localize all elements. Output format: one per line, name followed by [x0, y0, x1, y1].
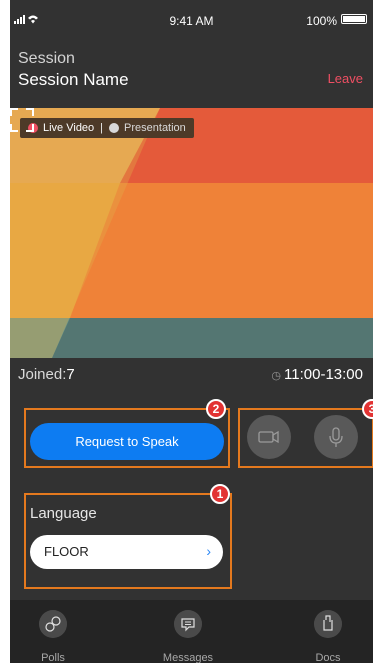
session-time: ◷ 11:00-13:00: [271, 366, 363, 383]
language-label: Language: [30, 505, 97, 522]
video-source-tag[interactable]: Live Video | Presentation: [20, 118, 194, 138]
microphone-icon: [329, 427, 343, 447]
tab-polls[interactable]: Polls: [8, 600, 98, 663]
session-header: Session Session Name Leave: [10, 30, 373, 108]
request-to-speak-button[interactable]: Request to Speak: [30, 423, 224, 460]
session-label: Session: [18, 50, 75, 67]
language-select[interactable]: FLOOR ›: [30, 535, 223, 569]
clock-icon: ◷: [271, 370, 282, 382]
tag-separator: |: [100, 122, 104, 134]
time-range: 11:00-13:00: [284, 366, 363, 383]
tab-messages-label: Messages: [162, 652, 214, 663]
fullscreen-icon[interactable]: [10, 108, 34, 132]
joined-count: Joined:7: [18, 366, 75, 383]
video-frame: [10, 108, 373, 358]
presentation-dot-icon: [109, 123, 120, 133]
annotation-badge-2: 2: [206, 399, 226, 419]
language-value: FLOOR: [44, 544, 89, 559]
live-video-label: Live Video: [43, 122, 95, 134]
joined-label: Joined:: [18, 366, 67, 383]
leave-button[interactable]: Leave: [328, 71, 363, 86]
tab-docs[interactable]: Docs: [283, 600, 373, 663]
presentation-label: Presentation: [124, 122, 186, 134]
tab-bar: Polls Messages Docs: [10, 600, 373, 663]
battery-icon: [341, 14, 367, 24]
video-panel[interactable]: Live Video | Presentation: [10, 108, 373, 358]
chevron-right-icon: ›: [206, 543, 211, 559]
camera-icon: [258, 430, 279, 444]
phone-frame: 9:41 AM 100% Session Session Name Leave: [0, 0, 373, 663]
camera-button[interactable]: [247, 415, 291, 459]
battery-percentage: 100%: [306, 14, 337, 28]
app-screen: 9:41 AM 100% Session Session Name Leave: [10, 0, 373, 663]
microphone-button[interactable]: [314, 415, 358, 459]
messages-icon: [174, 610, 202, 638]
annotation-badge-1: 1: [210, 484, 230, 504]
session-name: Session Name: [18, 70, 129, 89]
docs-icon: [314, 610, 342, 638]
polls-icon: [39, 610, 67, 638]
tab-polls-label: Polls: [41, 652, 65, 663]
joined-number: 7: [66, 366, 75, 383]
session-info: Joined:7 ◷ 11:00-13:00: [10, 358, 373, 398]
status-bar: 9:41 AM 100%: [10, 0, 373, 30]
tab-docs-label: Docs: [315, 652, 341, 663]
tab-messages[interactable]: Messages: [143, 600, 233, 663]
